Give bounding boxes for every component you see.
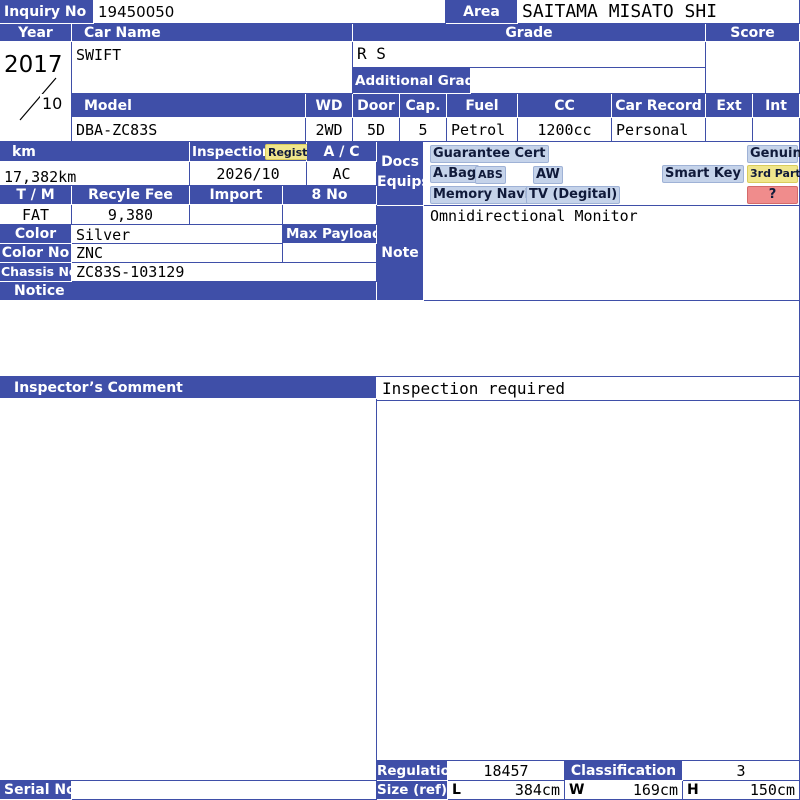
inspection-value: 2026/10 bbox=[190, 162, 307, 186]
regist-badge: Regist bbox=[265, 144, 311, 160]
notice-label: Notice bbox=[0, 282, 377, 301]
regulation-label: Regulation bbox=[377, 761, 448, 781]
size-l-text: 384cm bbox=[514, 781, 560, 799]
size-ref-label: Size (ref) bbox=[377, 781, 448, 800]
color-no-value: ZNC bbox=[72, 244, 283, 263]
max-payload-value bbox=[283, 244, 377, 263]
inspector-note-area bbox=[377, 377, 800, 761]
guarantee-cert-badge: Guarantee Cert bbox=[430, 145, 549, 163]
km-value: 17,382km bbox=[0, 162, 190, 186]
cap-label: Cap. bbox=[400, 94, 447, 118]
size-h-label: H bbox=[687, 782, 699, 798]
grade-label: Grade bbox=[353, 24, 706, 42]
size-h-value: H 150cm bbox=[683, 781, 800, 800]
size-l-value: L 384cm bbox=[448, 781, 565, 800]
size-w-value: W 169cm bbox=[565, 781, 683, 800]
tm-label: T / M bbox=[0, 186, 72, 205]
ext-label: Ext bbox=[706, 94, 753, 118]
additional-grade-value bbox=[471, 68, 706, 94]
max-payload-label: Max Payload bbox=[283, 225, 377, 244]
inquiry-no-value: 19450050 bbox=[94, 0, 446, 24]
score-label: Score bbox=[706, 24, 800, 42]
area-value: SAITAMA MISATO SHI bbox=[518, 0, 800, 24]
car-name-value: SWIFT bbox=[72, 42, 353, 94]
color-no-label: Color No bbox=[0, 244, 72, 263]
car-record-label: Car Record bbox=[612, 94, 706, 118]
regulation-value: 18457 bbox=[448, 761, 565, 781]
cc-label: CC bbox=[518, 94, 612, 118]
color-label: Color bbox=[0, 225, 72, 244]
aw-badge: AW bbox=[533, 166, 563, 184]
fuel-value: Petrol bbox=[447, 118, 518, 142]
serial-no-value bbox=[72, 781, 377, 800]
month-value: 10 bbox=[40, 94, 70, 116]
km-label: km bbox=[0, 142, 190, 162]
notice-area bbox=[0, 301, 800, 377]
chassis-no-label: Chassis No bbox=[0, 263, 72, 282]
a-bag-badge: A.Bag bbox=[430, 165, 480, 183]
inspection-label-text: Inspection bbox=[192, 144, 272, 160]
inspectors-comment-area bbox=[0, 399, 377, 781]
ac-value: AC bbox=[307, 162, 377, 186]
int-label: Int bbox=[753, 94, 800, 118]
int-value bbox=[753, 118, 800, 142]
additional-grade-label: Additional Grade bbox=[353, 68, 471, 94]
import-value bbox=[190, 205, 283, 225]
cap-value: 5 bbox=[400, 118, 447, 142]
third-party-badge: 3rd Party bbox=[747, 165, 800, 183]
abs-badge: ABS bbox=[475, 166, 506, 184]
fuel-label: Fuel bbox=[447, 94, 518, 118]
note-label: Note bbox=[377, 206, 424, 301]
ext-value bbox=[706, 118, 753, 142]
tv-digital-badge: TV (Degital) bbox=[526, 186, 621, 204]
recycle-fee-label: Recyle Fee bbox=[72, 186, 190, 205]
note-value: Omnidirectional Monitor bbox=[424, 206, 800, 301]
chassis-no-value: ZC83S-103129 bbox=[72, 263, 377, 282]
genuine-badge: Genuine bbox=[747, 145, 800, 163]
wd-value: 2WD bbox=[306, 118, 353, 142]
size-w-text: 169cm bbox=[632, 781, 678, 799]
size-h-text: 150cm bbox=[749, 781, 795, 799]
door-value: 5D bbox=[353, 118, 400, 142]
recycle-fee-value: 9,380 bbox=[72, 205, 190, 225]
size-w-label: W bbox=[569, 782, 585, 798]
wd-label: WD bbox=[306, 94, 353, 118]
eight-no-label: 8 No bbox=[283, 186, 377, 205]
equips-label: Equips bbox=[377, 174, 423, 190]
inquiry-no-label: Inquiry No bbox=[0, 0, 94, 24]
score-value bbox=[706, 42, 800, 94]
car-name-label: Car Name bbox=[72, 24, 353, 42]
docs-equips-label: Docs Equips bbox=[377, 142, 424, 206]
area-label: Area bbox=[446, 0, 518, 24]
ac-label: A / C bbox=[307, 142, 377, 162]
year-label: Year bbox=[0, 24, 72, 42]
inspectors-comment-label: Inspector’s Comment bbox=[0, 377, 377, 399]
model-label: Model bbox=[72, 94, 306, 118]
inspector-note-underline bbox=[377, 400, 800, 401]
memory-navi-badge: Memory Navi bbox=[430, 186, 533, 204]
import-label: Import bbox=[190, 186, 283, 205]
model-value: DBA-ZC83S bbox=[72, 118, 306, 142]
door-label: Door bbox=[353, 94, 400, 118]
size-l-label: L bbox=[452, 782, 461, 798]
classification-value: 3 bbox=[683, 761, 800, 781]
eight-no-value bbox=[283, 205, 377, 225]
smart-key-badge: Smart Key bbox=[662, 165, 744, 183]
tm-value: FAT bbox=[0, 205, 72, 225]
question-badge: ? bbox=[747, 186, 798, 204]
inspector-note-value: Inspection required bbox=[379, 379, 679, 401]
serial-no-label: Serial No bbox=[0, 781, 72, 800]
color-value: Silver bbox=[72, 225, 283, 244]
docs-label: Docs bbox=[381, 154, 419, 170]
grade-value: R S bbox=[353, 42, 706, 68]
cc-value: 1200cc bbox=[518, 118, 612, 142]
classification-label: Classification bbox=[565, 761, 683, 781]
car-record-value: Personal bbox=[612, 118, 706, 142]
